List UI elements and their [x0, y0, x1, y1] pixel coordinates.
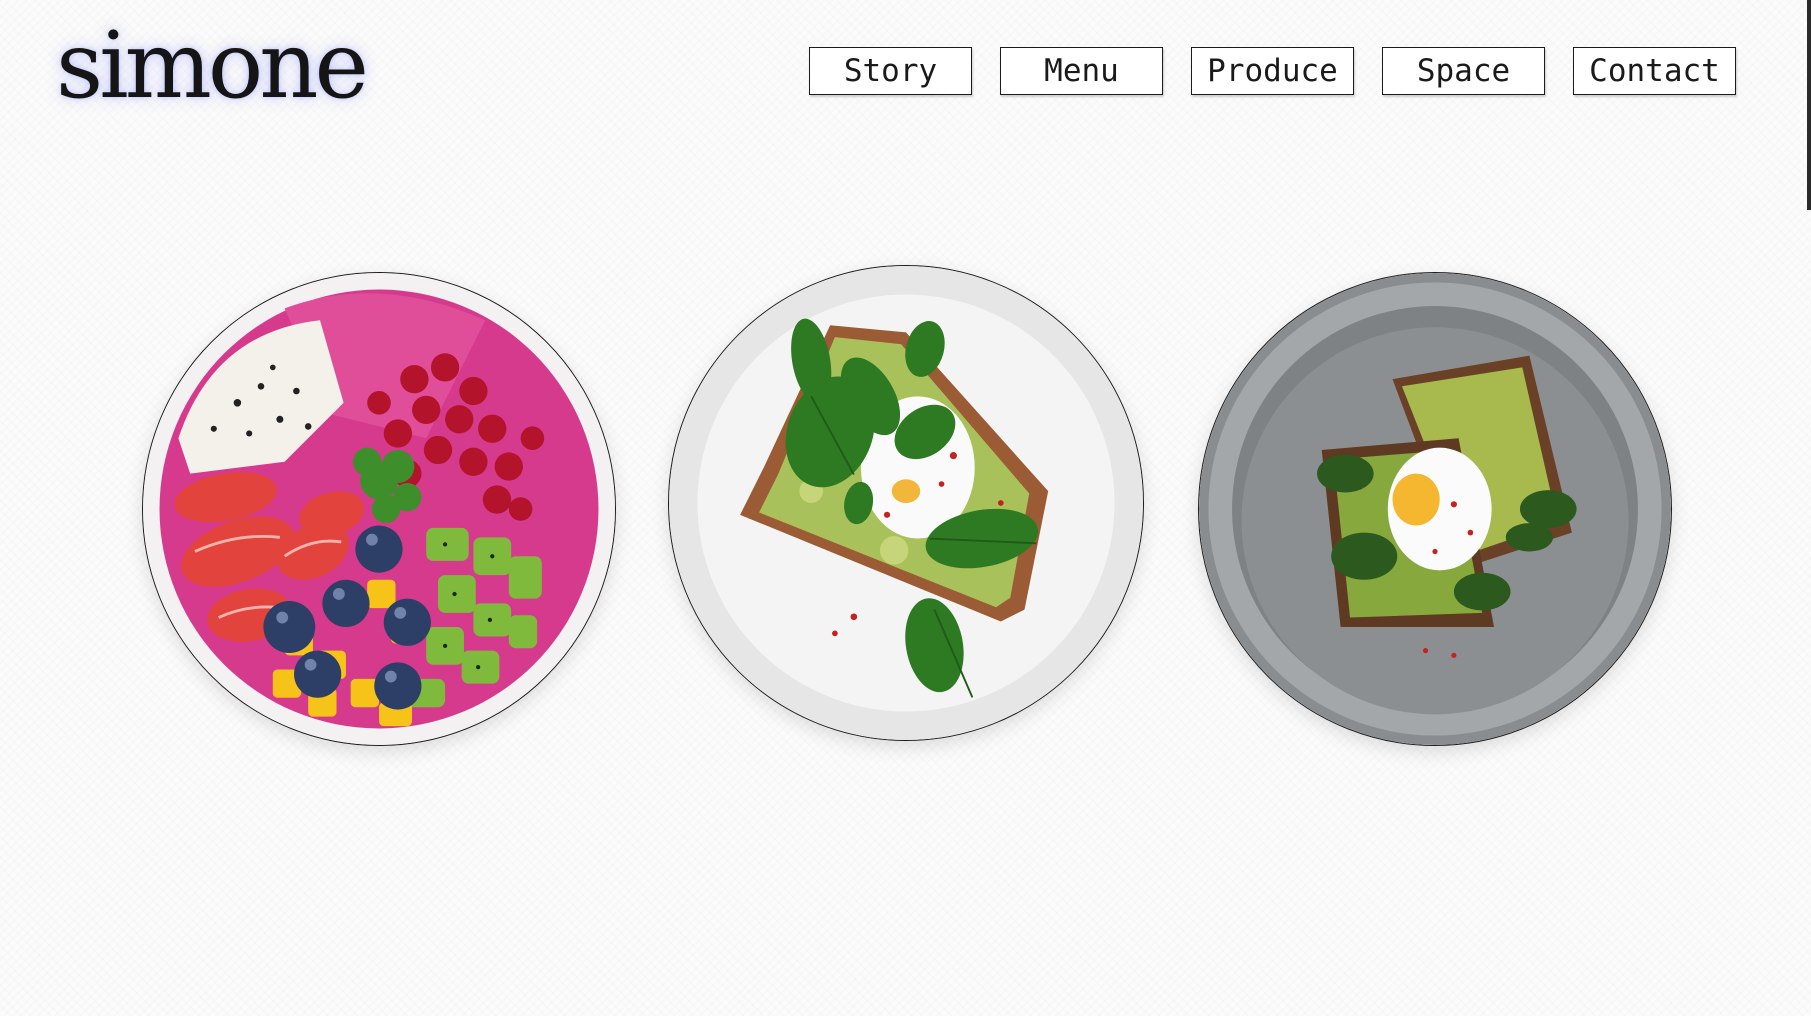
nav-space-button[interactable]: Space	[1382, 47, 1545, 95]
page-scrollbar[interactable]	[1807, 0, 1811, 210]
nav-story-button[interactable]: Story	[809, 47, 972, 95]
smoothie-bowl-illustration	[143, 273, 615, 745]
nav-menu-button[interactable]: Menu	[1000, 47, 1163, 95]
avocado-toast-white-illustration	[669, 266, 1143, 740]
nav-produce-button[interactable]: Produce	[1191, 47, 1354, 95]
avocado-toast-grey-plate-image	[1198, 272, 1672, 746]
avocado-toast-white-plate-image	[668, 265, 1144, 741]
site-logo[interactable]: simone	[56, 20, 369, 112]
main-navigation: Story Menu Produce Space Contact	[809, 47, 1736, 95]
smoothie-bowl-image	[142, 272, 616, 746]
avocado-toast-grey-illustration	[1199, 273, 1671, 745]
nav-contact-button[interactable]: Contact	[1573, 47, 1736, 95]
